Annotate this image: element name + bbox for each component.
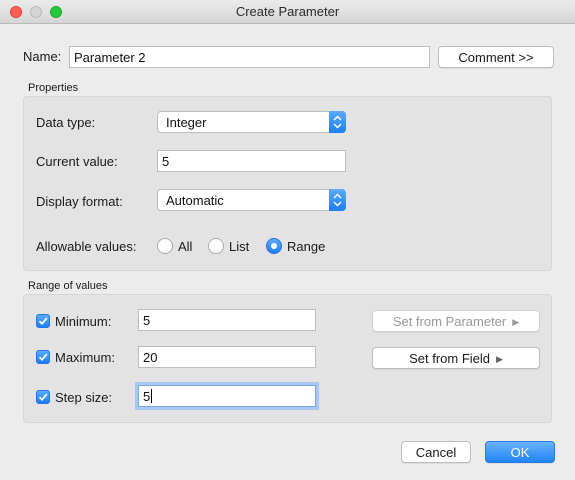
window-title: Create Parameter — [235, 4, 340, 19]
display-format-value: Automatic — [166, 193, 224, 208]
allowable-all-radio[interactable] — [157, 238, 173, 254]
step-size-checkbox[interactable] — [36, 390, 50, 404]
allowable-range-label[interactable]: Range — [287, 239, 325, 254]
display-format-select[interactable]: Automatic — [157, 189, 346, 211]
ok-button[interactable]: OK — [485, 441, 555, 463]
comment-button[interactable]: Comment >> — [438, 46, 554, 68]
checkmark-icon — [38, 353, 48, 362]
data-type-label: Data type: — [36, 115, 96, 130]
maximum-label: Maximum: — [55, 350, 115, 365]
play-triangle-icon: ▶ — [512, 317, 520, 327]
maximum-checkbox[interactable] — [36, 350, 50, 364]
minimum-input[interactable]: 5 — [138, 309, 316, 331]
data-type-select[interactable]: Integer — [157, 111, 346, 133]
cancel-button[interactable]: Cancel — [401, 441, 471, 463]
current-value-input[interactable]: 5 — [157, 150, 346, 172]
maximum-input[interactable]: 20 — [138, 346, 316, 368]
allowable-values-label: Allowable values: — [36, 239, 137, 254]
data-type-value: Integer — [166, 115, 207, 130]
chevron-updown-icon — [329, 189, 346, 211]
step-size-label: Step size: — [55, 390, 113, 405]
text-caret — [151, 389, 153, 403]
step-size-value: 5 — [143, 389, 151, 404]
set-from-field-label: Set from Field — [409, 351, 490, 366]
display-format-label: Display format: — [36, 194, 123, 209]
step-size-input[interactable]: 5 — [138, 385, 316, 407]
title-bar: Create Parameter — [0, 0, 575, 24]
name-label: Name: — [23, 49, 62, 64]
set-from-field-button[interactable]: Set from Field ▶ — [372, 347, 540, 369]
checkmark-icon — [38, 393, 48, 402]
allowable-range-radio[interactable] — [266, 238, 282, 254]
range-section-title: Range of values — [28, 280, 108, 292]
play-triangle-icon: ▶ — [496, 354, 503, 364]
create-parameter-dialog: Create Parameter Name: Parameter 2 Comme… — [0, 0, 575, 480]
minimum-label: Minimum: — [55, 314, 112, 329]
set-from-parameter-button[interactable]: Set from Parameter ▶ — [372, 310, 540, 332]
minimum-checkbox[interactable] — [36, 314, 50, 328]
properties-section-title: Properties — [28, 82, 79, 94]
set-from-parameter-label: Set from Parameter — [392, 314, 507, 329]
checkmark-icon — [38, 317, 48, 326]
allowable-all-label[interactable]: All — [178, 239, 192, 254]
chevron-updown-icon — [329, 111, 346, 133]
allowable-list-label[interactable]: List — [229, 239, 249, 254]
name-input[interactable]: Parameter 2 — [69, 46, 430, 68]
allowable-list-radio[interactable] — [208, 238, 224, 254]
current-value-label: Current value: — [36, 154, 118, 169]
